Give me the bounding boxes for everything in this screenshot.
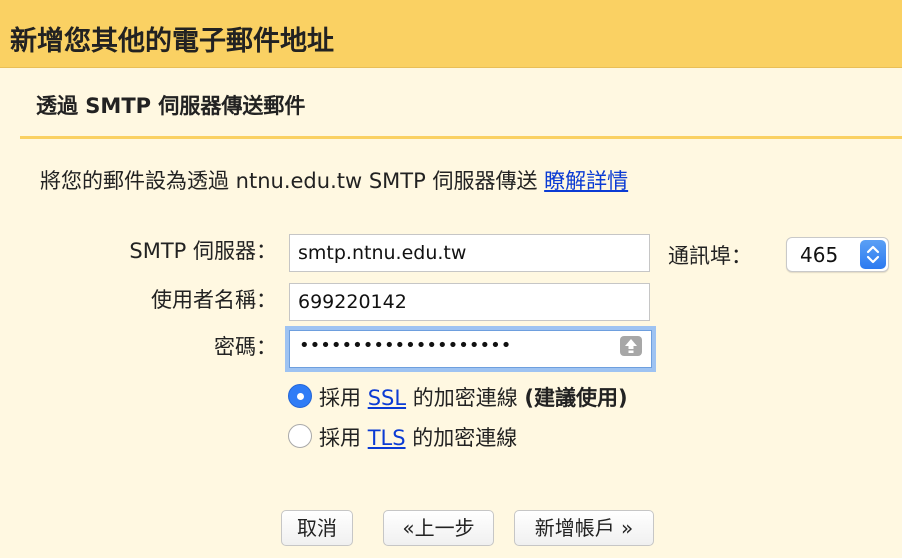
- tls-option-label: 採用 TLS 的加密連線: [319, 422, 517, 452]
- dialog-title: 新增您其他的電子郵件地址: [10, 26, 334, 57]
- section-header: 透過 SMTP 伺服器傳送郵件: [20, 68, 902, 139]
- cancel-button[interactable]: 取消: [281, 510, 353, 546]
- chevron-up-down-icon[interactable]: [860, 240, 886, 269]
- ssl-prefix: 採用: [319, 386, 368, 410]
- dialog-header: 新增您其他的電子郵件地址: [0, 0, 902, 68]
- add-account-button[interactable]: 新增帳戶 »: [514, 510, 654, 546]
- section-title: 透過 SMTP 伺服器傳送郵件: [36, 94, 306, 118]
- port-select[interactable]: 465: [786, 237, 889, 272]
- username-input[interactable]: 699220142: [289, 283, 650, 321]
- password-masked-value: ••••••••••••••••••••: [299, 335, 512, 356]
- smtp-server-label: SMTP 伺服器：: [129, 239, 277, 263]
- intro-description: 將您的郵件設為透過 ntnu.edu.tw SMTP 伺服器傳送: [40, 169, 538, 193]
- tls-prefix: 採用: [319, 426, 368, 450]
- learn-more-link[interactable]: 瞭解詳情: [544, 169, 628, 193]
- tls-link[interactable]: TLS: [368, 426, 406, 450]
- ssl-suffix: 的加密連線: [406, 386, 525, 410]
- key-up-arrow-icon: [620, 336, 642, 356]
- ssl-recommended-note: (建議使用): [524, 386, 628, 410]
- tls-radio[interactable]: [288, 424, 312, 448]
- ssl-link[interactable]: SSL: [368, 386, 406, 410]
- password-input[interactable]: ••••••••••••••••••••: [285, 326, 656, 372]
- tls-suffix: 的加密連線: [405, 426, 518, 450]
- password-label: 密碼：: [214, 335, 277, 359]
- back-button[interactable]: «上一步: [383, 510, 494, 546]
- ssl-radio[interactable]: [288, 384, 312, 408]
- intro-text: 將您的郵件設為透過 ntnu.edu.tw SMTP 伺服器傳送 瞭解詳情: [40, 165, 628, 195]
- smtp-server-input[interactable]: smtp.ntnu.edu.tw: [289, 234, 650, 272]
- port-value: 465: [800, 243, 839, 267]
- port-label: 通訊埠：: [668, 244, 752, 268]
- ssl-option-label: 採用 SSL 的加密連線 (建議使用): [319, 382, 628, 412]
- username-label: 使用者名稱：: [151, 288, 277, 312]
